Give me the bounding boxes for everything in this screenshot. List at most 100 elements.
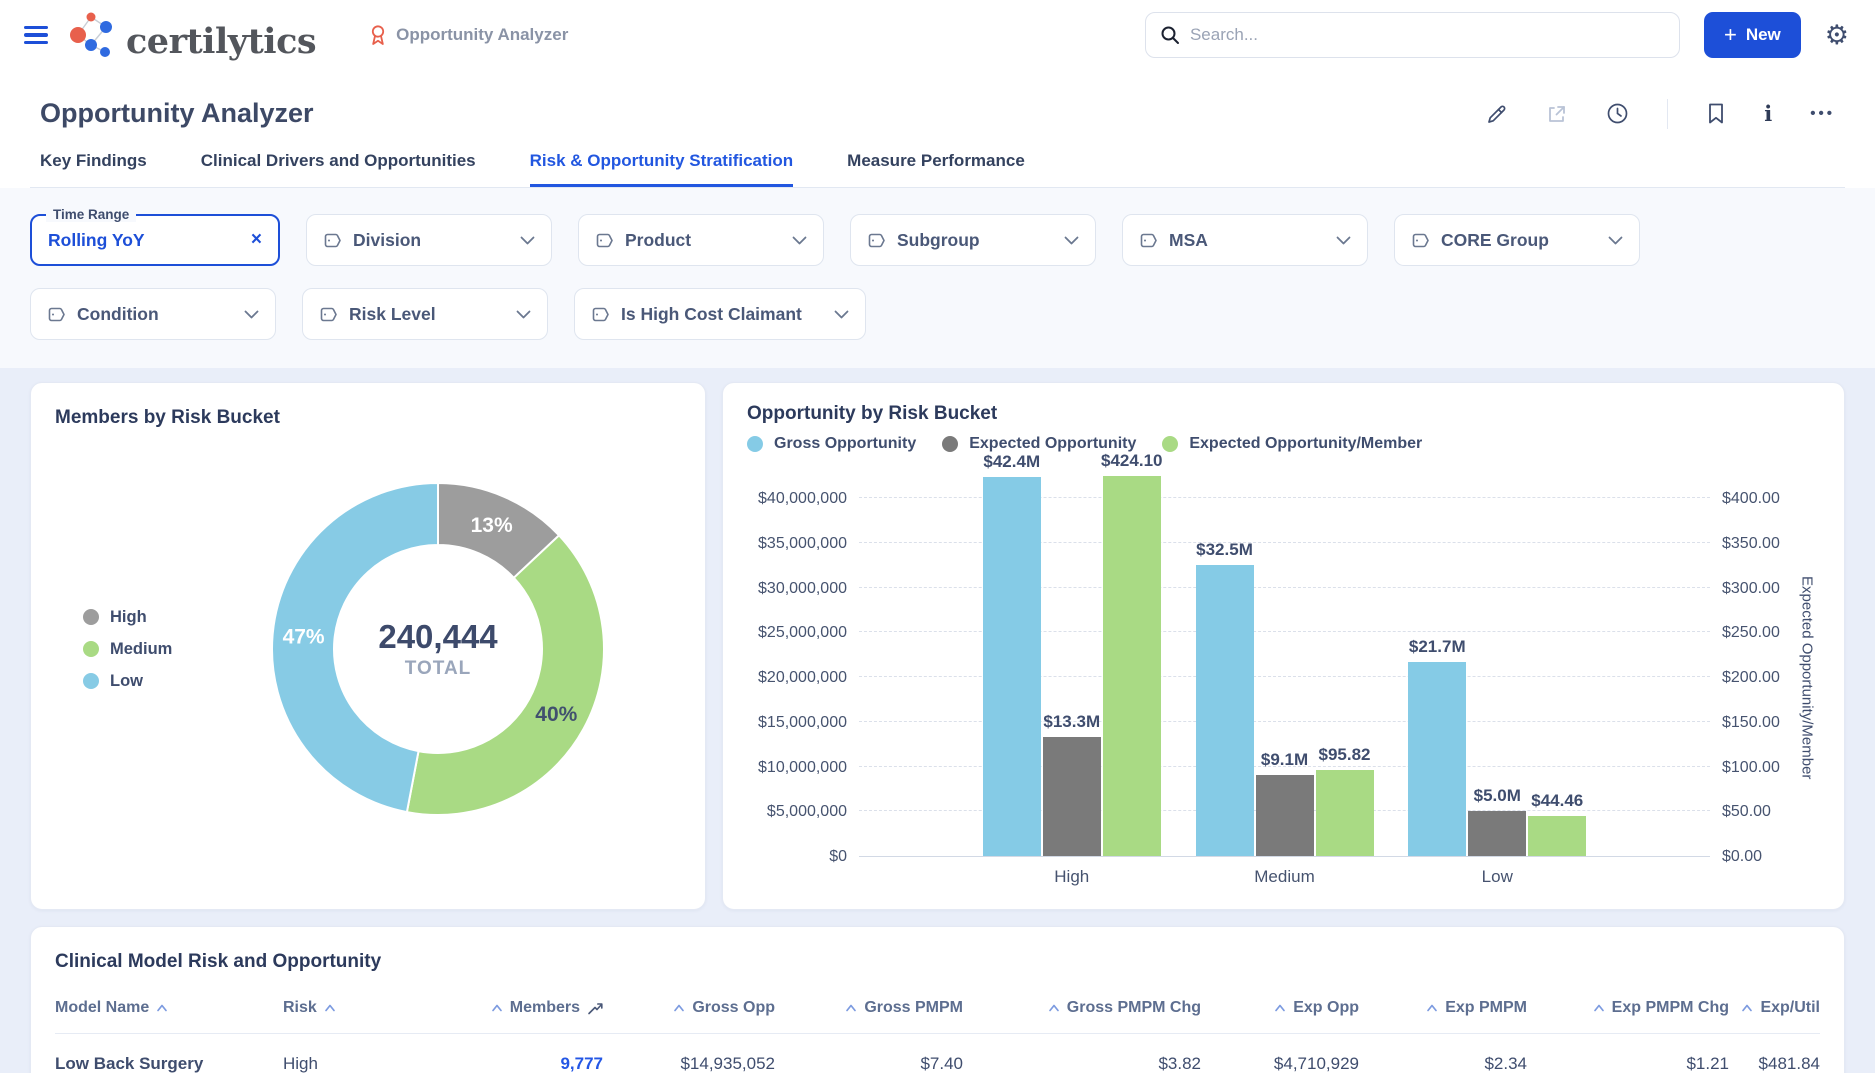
cell-gross-opp: $14,935,052 [603, 1054, 775, 1073]
legend-item-gross-opportunity[interactable]: Gross Opportunity [747, 435, 916, 453]
bar-value-label: $13.3M [1043, 712, 1100, 732]
brand-logo-icon [66, 11, 118, 59]
column-header-model-name[interactable]: Model Name [55, 999, 283, 1017]
bar-value-label: $42.4M [983, 452, 1040, 472]
sort-caret-icon [1274, 1004, 1286, 1012]
members-link[interactable]: 9,777 [560, 1054, 603, 1073]
legend-item-high[interactable]: High [83, 608, 233, 627]
tag-icon [1411, 232, 1430, 249]
column-header-gross-opp[interactable]: Gross Opp [603, 999, 775, 1017]
filter-label: Risk Level [349, 304, 436, 325]
left-axis-tick: $0 [829, 848, 847, 866]
column-header-gross-pmpm-chg[interactable]: Gross PMPM Chg [963, 999, 1201, 1017]
table-row[interactable]: Low Back SurgeryHigh9,777$14,935,052$7.4… [55, 1034, 1820, 1073]
cell-members: 9,777 [428, 1054, 603, 1073]
legend-item-expected-opportunity-member[interactable]: Expected Opportunity/Member [1162, 435, 1422, 453]
bar-expected-opportunity-member-high[interactable]: $424.10 [1103, 476, 1161, 856]
clinical-model-table-card: Clinical Model Risk and Opportunity Mode… [30, 926, 1845, 1073]
bar-value-label: $44.46 [1531, 791, 1583, 811]
filter-is-high-cost-claimant[interactable]: Is High Cost Claimant [574, 288, 866, 340]
column-header-exp-pmpm[interactable]: Exp PMPM [1359, 999, 1527, 1017]
right-axis-tick: $100.00 [1722, 759, 1780, 777]
gear-icon[interactable]: ⚙ [1825, 22, 1849, 49]
table-header-row: Model NameRiskMembersGross OppGross PMPM… [55, 999, 1820, 1034]
bar-gross-opportunity-medium[interactable]: $32.5M [1196, 565, 1254, 856]
filter-division[interactable]: Division [306, 214, 552, 266]
legend-item-low[interactable]: Low [83, 672, 233, 691]
filter-risk-level[interactable]: Risk Level [302, 288, 548, 340]
bookmark-icon[interactable] [1706, 102, 1726, 125]
tab-risk-opportunity-stratification[interactable]: Risk & Opportunity Stratification [530, 151, 794, 187]
filter-condition[interactable]: Condition [30, 288, 276, 340]
right-axis-tick: $350.00 [1722, 535, 1780, 553]
clear-filter-icon[interactable]: × [251, 229, 262, 251]
open-external-icon[interactable] [1546, 103, 1568, 125]
column-header-exp-pmpm-chg[interactable]: Exp PMPM Chg [1527, 999, 1729, 1017]
bar-group-high: $42.4M$13.3M$424.10 [983, 476, 1161, 856]
bar-plot: $42.4M$13.3M$424.10$32.5M$9.1M$95.82$21.… [859, 499, 1710, 857]
chevron-down-icon [1336, 236, 1351, 245]
donut-percent-label: 47% [283, 625, 325, 648]
right-axis-tick: $50.00 [1722, 803, 1771, 821]
legend-label: Gross Opportunity [774, 435, 916, 453]
breadcrumb[interactable]: Opportunity Analyzer [368, 24, 568, 46]
new-button[interactable]: + New [1704, 12, 1801, 58]
chevron-down-icon [516, 310, 531, 319]
column-header-exp-util[interactable]: Exp/Util [1729, 999, 1820, 1017]
bar-expected-opportunity-member-medium[interactable]: $95.82 [1316, 770, 1374, 856]
cell-gross-pmpm-chg: $3.82 [963, 1054, 1201, 1073]
filter-label: CORE Group [1441, 230, 1549, 251]
brand-logo[interactable]: certilytics [66, 11, 316, 59]
filter-core-group[interactable]: CORE Group [1394, 214, 1640, 266]
left-axis-tick: $30,000,000 [758, 580, 847, 598]
search-input[interactable] [1190, 25, 1665, 45]
left-axis-tick: $40,000,000 [758, 490, 847, 508]
bar-expected-opportunity-high[interactable]: $13.3M [1043, 737, 1101, 856]
sort-caret-icon [1593, 1004, 1605, 1012]
bar-group-low: $21.7M$5.0M$44.46 [1408, 662, 1586, 856]
filter-subgroup[interactable]: Subgroup [850, 214, 1096, 266]
column-header-gross-pmpm[interactable]: Gross PMPM [775, 999, 963, 1017]
tab-clinical-drivers-and-opportunities[interactable]: Clinical Drivers and Opportunities [201, 151, 476, 187]
edit-icon[interactable] [1486, 103, 1508, 125]
legend-dot [1162, 436, 1178, 452]
time-range-value: Rolling YoY [48, 230, 145, 251]
tab-measure-performance[interactable]: Measure Performance [847, 151, 1025, 187]
right-axis-tick: $0.00 [1722, 848, 1762, 866]
right-axis-title: Expected Opportunity/Member [1794, 499, 1820, 857]
donut-segment-medium[interactable] [407, 535, 604, 815]
column-header-risk[interactable]: Risk [283, 999, 428, 1017]
legend-dot [747, 436, 763, 452]
bar-expected-opportunity-member-low[interactable]: $44.46 [1528, 816, 1586, 856]
sort-caret-icon [1426, 1004, 1438, 1012]
left-axis-tick: $25,000,000 [758, 624, 847, 642]
filter-msa[interactable]: MSA [1122, 214, 1368, 266]
legend-label: High [110, 608, 147, 627]
info-icon[interactable]: i [1764, 101, 1772, 126]
legend-item-medium[interactable]: Medium [83, 640, 233, 659]
legend-item-expected-opportunity[interactable]: Expected Opportunity [942, 435, 1136, 453]
column-header-exp-opp[interactable]: Exp Opp [1201, 999, 1359, 1017]
bar-gross-opportunity-high[interactable]: $42.4M [983, 477, 1041, 857]
menu-icon[interactable] [24, 26, 48, 44]
legend-label: Expected Opportunity/Member [1189, 435, 1422, 453]
chevron-down-icon [244, 310, 259, 319]
bar-gross-opportunity-low[interactable]: $21.7M [1408, 662, 1466, 856]
more-options-icon[interactable]: ••• [1810, 105, 1835, 122]
history-clock-icon[interactable] [1606, 102, 1629, 125]
tab-key-findings[interactable]: Key Findings [40, 151, 147, 187]
time-range-filter[interactable]: Time Range Rolling YoY × [30, 214, 280, 266]
bar-expected-opportunity-low[interactable]: $5.0M [1468, 811, 1526, 856]
filter-product[interactable]: Product [578, 214, 824, 266]
new-button-label: New [1746, 25, 1781, 45]
bar-expected-opportunity-medium[interactable]: $9.1M [1256, 775, 1314, 856]
filter-label: Is High Cost Claimant [621, 304, 802, 325]
tag-icon [1139, 232, 1158, 249]
filter-label: Condition [77, 304, 159, 325]
tag-icon [323, 232, 342, 249]
right-axis-tick: $250.00 [1722, 624, 1780, 642]
search-icon [1160, 25, 1180, 45]
right-axis-tick: $150.00 [1722, 714, 1780, 732]
tag-icon [867, 232, 886, 249]
column-header-members[interactable]: Members [428, 999, 603, 1017]
